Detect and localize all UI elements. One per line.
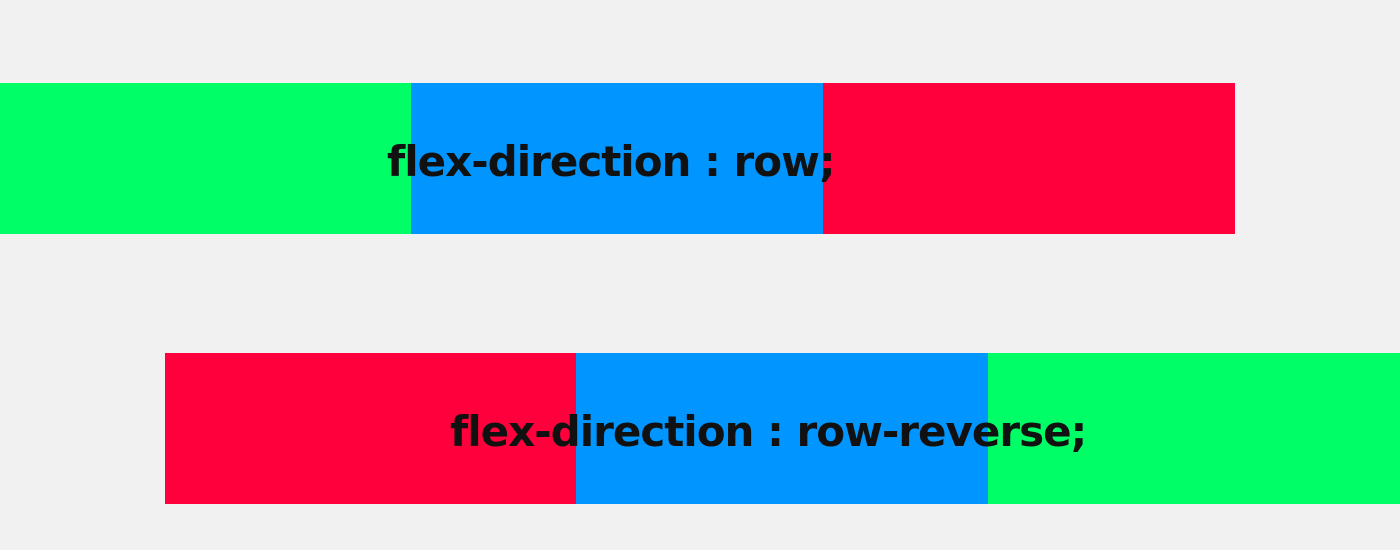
flex-direction-row-label: flex-direction : row; [387,137,836,186]
block-1 [0,83,412,234]
flex-direction-row-reverse-label: flex-direction : row-reverse; [450,407,1087,456]
canvas: { "colors": { "background": "#f1f1f1", "… [0,0,1400,550]
block-3 [823,83,1235,234]
